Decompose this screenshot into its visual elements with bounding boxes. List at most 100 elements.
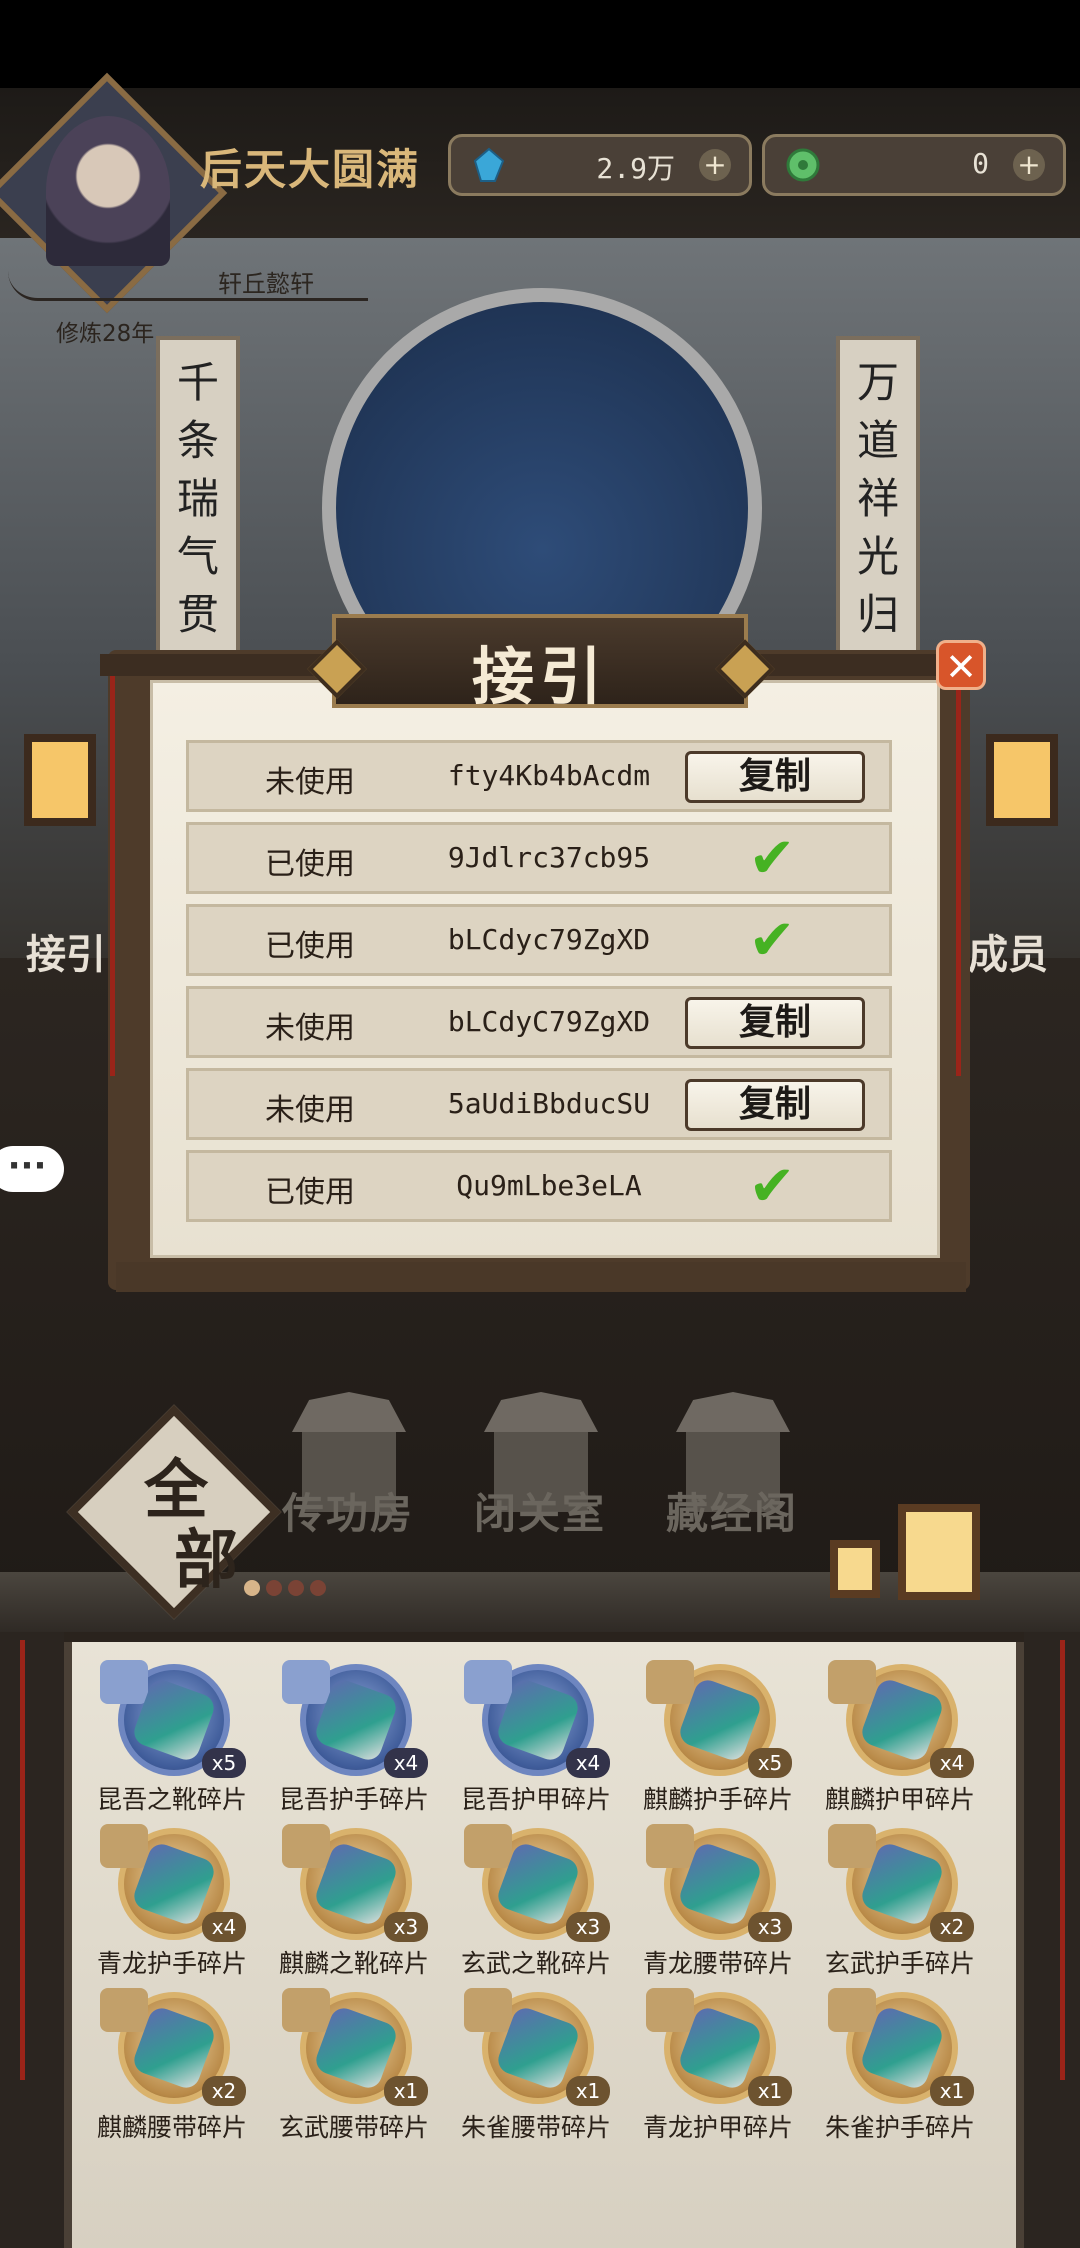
filter-all-bottom: 部	[174, 1523, 238, 1598]
fragment-item[interactable]: x1 玄武腰带碎片	[264, 1988, 444, 2148]
close-button[interactable]: ✕	[936, 640, 986, 690]
puzzle-piece-icon	[828, 1660, 876, 1704]
status-bar	[0, 0, 1080, 88]
fragment-item[interactable]: x1 朱雀护手碎片	[810, 1988, 990, 2148]
copy-button[interactable]: 复制	[685, 1079, 865, 1131]
fragment-item[interactable]: x1 青龙护甲碎片	[628, 1988, 808, 2148]
puzzle-piece-icon	[646, 1824, 694, 1868]
side-members-button[interactable]: 成员	[968, 922, 1048, 980]
page-dot[interactable]	[288, 1580, 304, 1596]
check-icon: ✔	[748, 1154, 796, 1219]
fragment-quantity: x4	[202, 1912, 246, 1942]
invite-code-row: 未使用 fty4Kb4bAcdm 复制	[186, 740, 892, 812]
puzzle-piece-icon	[464, 1660, 512, 1704]
invite-code: 9Jdlrc37cb95	[447, 841, 651, 874]
jade-coin-icon	[786, 148, 820, 182]
jade-resource: 0 +	[762, 134, 1066, 196]
puzzle-piece-icon	[646, 1660, 694, 1704]
fragment-name: 玄武腰带碎片	[278, 2113, 429, 2142]
fragment-name: 朱雀腰带碎片	[460, 2113, 611, 2142]
building-label[interactable]: 藏经阁	[666, 1480, 798, 1541]
copy-button[interactable]: 复制	[685, 751, 865, 803]
add-crystal-button[interactable]: +	[699, 149, 731, 181]
dialog-title: 接引	[471, 640, 608, 713]
fragment-item[interactable]: x3 青龙腰带碎片	[628, 1824, 808, 1984]
fragment-name: 玄武之靴碎片	[460, 1949, 611, 1978]
puzzle-piece-icon	[282, 1824, 330, 1868]
code-status: 已使用	[265, 929, 355, 964]
fragment-item[interactable]: x2 麒麟腰带碎片	[82, 1988, 262, 2148]
fragment-item[interactable]: x3 玄武之靴碎片	[446, 1824, 626, 1984]
avatar[interactable]	[46, 116, 170, 266]
code-status: 未使用	[265, 765, 355, 800]
fragment-name: 青龙护甲碎片	[642, 2113, 793, 2142]
building-label[interactable]: 传功房	[282, 1480, 414, 1541]
puzzle-piece-icon	[282, 1988, 330, 2032]
fragment-item[interactable]: x4 昆吾护手碎片	[264, 1660, 444, 1820]
invite-code-row: 已使用 9Jdlrc37cb95 ✔	[186, 822, 892, 894]
puzzle-piece-icon	[100, 1824, 148, 1868]
fragment-name: 玄武护手碎片	[824, 1949, 975, 1978]
building-label[interactable]: 闭关室	[474, 1480, 606, 1541]
left-rope	[110, 676, 115, 1076]
puzzle-piece-icon	[646, 1988, 694, 2032]
filter-all-label[interactable]: 全 部	[86, 1456, 266, 1596]
lantern-icon	[898, 1504, 980, 1600]
fragment-name: 昆吾护手碎片	[278, 1785, 429, 1814]
puzzle-piece-icon	[828, 1988, 876, 2032]
filter-all-top: 全	[144, 1453, 208, 1528]
invite-code: bLCdyc79ZgXD	[447, 923, 651, 956]
fragment-name: 昆吾护甲碎片	[460, 1785, 611, 1814]
crystal-value: 2.9万	[596, 152, 675, 185]
page-indicator	[244, 1580, 332, 1600]
invite-code: fty4Kb4bAcdm	[447, 759, 651, 792]
puzzle-piece-icon	[464, 1988, 512, 2032]
puzzle-piece-icon	[100, 1988, 148, 2032]
crystal-resource: 2.9万 +	[448, 134, 752, 196]
fragment-quantity: x1	[748, 2076, 792, 2106]
chat-bubble-icon[interactable]: ···	[0, 1146, 64, 1192]
fragment-quantity: x4	[930, 1748, 974, 1778]
fragment-quantity: x4	[384, 1748, 428, 1778]
fragment-quantity: x3	[748, 1912, 792, 1942]
fragment-quantity: x1	[384, 2076, 428, 2106]
fragment-quantity: x2	[930, 1912, 974, 1942]
fragment-name: 昆吾之靴碎片	[96, 1785, 247, 1814]
scroll-bottom-rod	[116, 1262, 966, 1292]
page-dot[interactable]	[266, 1580, 282, 1596]
left-rope	[20, 1640, 25, 2080]
blue-crystal-icon	[473, 147, 505, 182]
fragment-item[interactable]: x4 昆吾护甲碎片	[446, 1660, 626, 1820]
fragment-name: 麒麟腰带碎片	[96, 2113, 247, 2142]
fragment-quantity: x5	[748, 1748, 792, 1778]
side-invite-button[interactable]: 接引	[26, 922, 106, 980]
fragment-item[interactable]: x5 麒麟护手碎片	[628, 1660, 808, 1820]
fragment-item[interactable]: x5 昆吾之靴碎片	[82, 1660, 262, 1820]
add-jade-button[interactable]: +	[1013, 149, 1045, 181]
page-dot[interactable]	[244, 1580, 260, 1596]
check-icon: ✔	[748, 826, 796, 891]
fragment-item[interactable]: x3 麒麟之靴碎片	[264, 1824, 444, 1984]
invite-code-row: 已使用 Qu9mLbe3eLA ✔	[186, 1150, 892, 1222]
fragment-item[interactable]: x2 玄武护手碎片	[810, 1824, 990, 1984]
fragment-name: 麒麟之靴碎片	[278, 1949, 429, 1978]
invite-code-row: 未使用 bLCdyC79ZgXD 复制	[186, 986, 892, 1058]
code-status: 未使用	[265, 1011, 355, 1046]
puzzle-piece-icon	[828, 1824, 876, 1868]
left-lantern-icon	[24, 734, 96, 826]
fragment-name: 朱雀护手碎片	[824, 2113, 975, 2142]
copy-button[interactable]: 复制	[685, 997, 865, 1049]
fragment-quantity: x3	[566, 1912, 610, 1942]
fragment-item[interactable]: x4 麒麟护甲碎片	[810, 1660, 990, 1820]
right-couplet: 万道祥光归此	[836, 336, 920, 656]
jade-value: 0	[972, 147, 989, 180]
puzzle-piece-icon	[100, 1660, 148, 1704]
fragment-item[interactable]: x1 朱雀腰带碎片	[446, 1988, 626, 2148]
left-couplet: 千条瑞气贯昔	[156, 336, 240, 656]
lantern-icon	[830, 1540, 880, 1598]
right-rope	[956, 676, 961, 1076]
fragment-item[interactable]: x4 青龙护手碎片	[82, 1824, 262, 1984]
page-dot[interactable]	[310, 1580, 326, 1596]
fragment-quantity: x2	[202, 2076, 246, 2106]
panel-frame-left	[0, 1632, 64, 2248]
